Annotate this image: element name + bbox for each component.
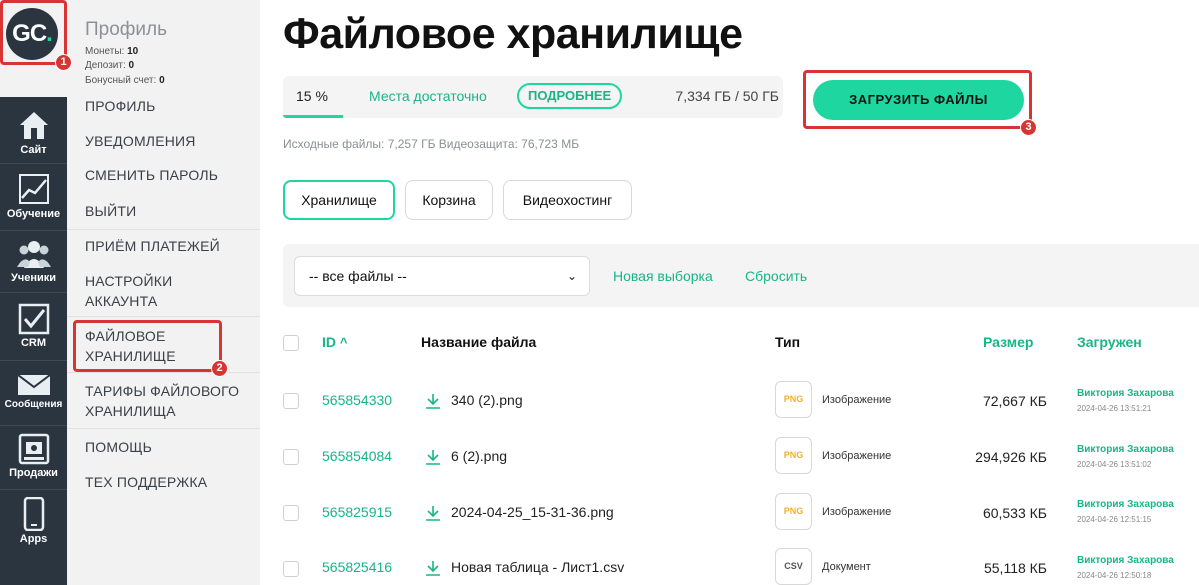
- file-type: Изображение: [822, 450, 892, 462]
- file-type: Изображение: [822, 506, 892, 518]
- tab-storage[interactable]: Хранилище: [283, 180, 395, 220]
- sort-asc-icon: ^: [339, 335, 348, 350]
- file-name[interactable]: 6 (2).png: [451, 448, 507, 464]
- menu-item-account-settings[interactable]: НАСТРОЙКИ АККАУНТА: [85, 271, 245, 311]
- storage-used: 7,334 ГБ / 50 ГБ: [675, 88, 779, 104]
- rail-item-crm[interactable]: CRM: [0, 303, 67, 349]
- file-id[interactable]: 565854084: [322, 448, 392, 464]
- rail-item-site[interactable]: Сайт: [0, 108, 67, 156]
- file-size: 294,926 КБ: [975, 449, 1047, 465]
- select-all-checkbox[interactable]: [283, 335, 299, 351]
- rail-item-students[interactable]: Ученики: [0, 238, 67, 284]
- menu-item-change-password[interactable]: СМЕНИТЬ ПАРОЛЬ: [85, 165, 245, 185]
- rail-item-sales[interactable]: Продажи: [0, 433, 67, 479]
- column-header-id[interactable]: ID ^: [322, 334, 347, 350]
- file-type: Изображение: [822, 394, 892, 406]
- file-type: Документ: [822, 561, 871, 573]
- annotation-box-3: [803, 70, 1032, 129]
- uploader-link[interactable]: Виктория Захарова: [1077, 388, 1174, 399]
- png-file-icon: PNG: [775, 381, 812, 418]
- column-header-name[interactable]: Название файла: [421, 334, 536, 350]
- rail-item-learning[interactable]: Обучение: [0, 172, 67, 220]
- storage-progress-fill: [283, 115, 343, 118]
- storage-status: Места достаточно: [369, 88, 487, 104]
- uploader-link[interactable]: Виктория Захарова: [1077, 555, 1174, 566]
- rail-item-apps[interactable]: Apps: [0, 497, 67, 545]
- annotation-box-2: [73, 320, 222, 372]
- file-name[interactable]: Новая таблица - Лист1.csv: [451, 559, 624, 575]
- stat-coins: Монеты: 10: [85, 46, 139, 57]
- menu-item-logout[interactable]: ВЫЙТИ: [85, 201, 245, 221]
- storage-details-button[interactable]: ПОДРОБНЕЕ: [517, 83, 623, 109]
- download-icon[interactable]: [425, 505, 441, 521]
- menu-item-help[interactable]: ПОМОЩЬ: [85, 437, 245, 457]
- tab-video-hosting[interactable]: Видеохостинг: [503, 180, 632, 220]
- png-file-icon: PNG: [775, 437, 812, 474]
- house-icon: [19, 112, 48, 139]
- storage-breakdown: Исходные файлы: 7,257 ГБ Видеозащита: 76…: [283, 137, 580, 151]
- tab-trash[interactable]: Корзина: [405, 180, 493, 220]
- uploader-link[interactable]: Виктория Захарова: [1077, 499, 1174, 510]
- column-header-size[interactable]: Размер: [983, 334, 1033, 350]
- file-id[interactable]: 565825416: [322, 559, 392, 575]
- file-name[interactable]: 340 (2).png: [451, 392, 523, 408]
- menu-item-tech-support[interactable]: ТЕХ ПОДДЕРЖКА: [85, 472, 245, 492]
- annotation-badge-2: 2: [211, 360, 228, 377]
- page-title: Файловое хранилище: [283, 10, 743, 58]
- chevron-down-icon: ⌄: [566, 269, 577, 283]
- reset-link[interactable]: Сбросить: [745, 268, 807, 284]
- row-checkbox[interactable]: [283, 393, 299, 409]
- file-id[interactable]: 565825915: [322, 504, 392, 520]
- upload-date: 2024-04-26 13:51:21: [1077, 404, 1152, 413]
- phone-icon: [23, 497, 44, 531]
- left-nav-rail: GC. Сайт Обучение Ученики CRM Сообщения …: [0, 0, 67, 585]
- row-checkbox[interactable]: [283, 449, 299, 465]
- annotation-badge-1: 1: [55, 54, 72, 71]
- row-checkbox[interactable]: [283, 505, 299, 521]
- stat-bonus: Бонусный счет: 0: [85, 75, 165, 86]
- profile-menu-title: Профиль: [85, 19, 168, 40]
- annotation-badge-3: 3: [1020, 119, 1037, 136]
- png-file-icon: PNG: [775, 493, 812, 530]
- stat-deposit: Депозит: 0: [85, 60, 135, 71]
- register-icon: [18, 433, 49, 465]
- upload-date: 2024-04-26 12:51:15: [1077, 515, 1152, 524]
- chart-icon: [18, 174, 49, 204]
- file-size: 72,667 КБ: [982, 393, 1047, 409]
- file-id[interactable]: 565854330: [322, 392, 392, 408]
- profile-menu: Профиль Монеты: 10 Депозит: 0 Бонусный с…: [67, 0, 260, 585]
- users-icon: [16, 241, 51, 268]
- filter-bar: -- все файлы -- ⌄ Новая выборка Сбросить: [283, 244, 1199, 307]
- storage-usage-bar: 15 % Места достаточно ПОДРОБНЕЕ 7,334 ГБ…: [283, 76, 783, 118]
- upload-date: 2024-04-26 13:51:02: [1077, 460, 1152, 469]
- file-filter-select[interactable]: -- все файлы -- ⌄: [294, 256, 590, 296]
- checkbox-icon: [18, 303, 49, 335]
- download-icon[interactable]: [425, 449, 441, 465]
- column-header-uploaded[interactable]: Загружен: [1077, 334, 1142, 350]
- download-icon[interactable]: [425, 560, 441, 576]
- uploader-link[interactable]: Виктория Захарова: [1077, 444, 1174, 455]
- storage-percent: 15 %: [296, 88, 328, 104]
- file-size: 60,533 КБ: [982, 505, 1047, 521]
- envelope-icon: [16, 374, 51, 395]
- download-icon[interactable]: [425, 393, 441, 409]
- new-selection-link[interactable]: Новая выборка: [613, 268, 713, 284]
- menu-item-payments[interactable]: ПРИЁМ ПЛАТЕЖЕЙ: [85, 236, 245, 256]
- menu-item-storage-plans[interactable]: ТАРИФЫ ФАЙЛОВОГО ХРАНИЛИЩА: [85, 381, 245, 421]
- rail-item-messages[interactable]: Сообщения: [0, 374, 67, 410]
- csv-file-icon: CSV: [775, 548, 812, 585]
- row-checkbox[interactable]: [283, 561, 299, 577]
- file-size: 55,118 КБ: [983, 560, 1047, 576]
- menu-item-notifications[interactable]: УВЕДОМЛЕНИЯ: [85, 131, 245, 151]
- column-header-type[interactable]: Тип: [775, 334, 800, 350]
- upload-date: 2024-04-26 12:50:18: [1077, 571, 1152, 580]
- file-name[interactable]: 2024-04-25_15-31-36.png: [451, 504, 614, 520]
- menu-item-profile[interactable]: ПРОФИЛЬ: [85, 96, 245, 116]
